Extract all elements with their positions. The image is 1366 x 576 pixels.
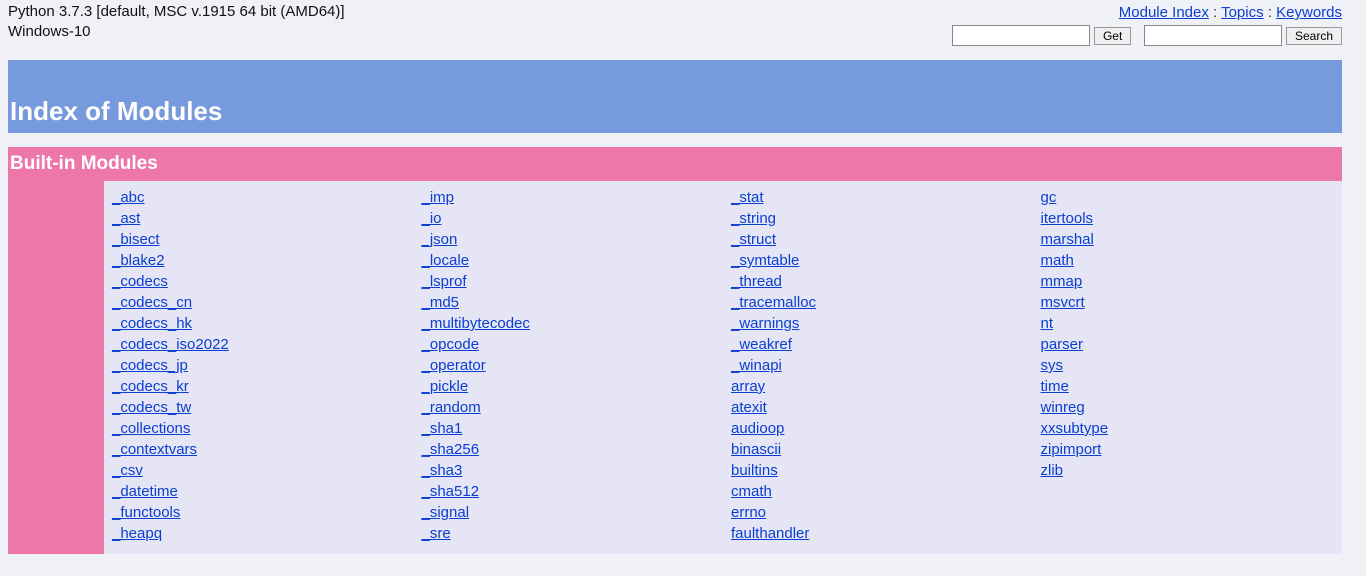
section-stripe <box>8 181 104 554</box>
module-link[interactable]: _sha1 <box>422 418 463 439</box>
module-link[interactable]: _operator <box>422 355 486 376</box>
module-link[interactable]: winreg <box>1041 397 1085 418</box>
module-link[interactable]: _datetime <box>112 481 178 502</box>
module-link[interactable]: _tracemalloc <box>731 292 816 313</box>
section-title-bar: Built-in Modules <box>8 147 1342 181</box>
topics-link[interactable]: Topics <box>1221 4 1264 21</box>
search-row: Get Search <box>952 25 1342 46</box>
module-link[interactable]: _csv <box>112 460 143 481</box>
module-link[interactable]: _codecs_iso2022 <box>112 334 229 355</box>
module-link[interactable]: _io <box>422 208 442 229</box>
section-body: _abc_ast_bisect_blake2_codecs_codecs_cn_… <box>8 181 1342 554</box>
os-version: Windows-10 <box>8 22 345 42</box>
module-link[interactable]: _codecs_hk <box>112 313 192 334</box>
module-link[interactable]: _functools <box>112 502 180 523</box>
page-title: Index of Modules <box>8 96 1342 127</box>
module-link[interactable]: xxsubtype <box>1041 418 1109 439</box>
module-link[interactable]: _imp <box>422 187 455 208</box>
module-link[interactable]: _codecs_tw <box>112 397 191 418</box>
module-link[interactable]: _locale <box>422 250 470 271</box>
module-link[interactable]: errno <box>731 502 766 523</box>
module-link[interactable]: zlib <box>1041 460 1064 481</box>
module-link[interactable]: _weakref <box>731 334 792 355</box>
module-link[interactable]: binascii <box>731 439 781 460</box>
module-link[interactable]: _random <box>422 397 481 418</box>
module-link[interactable]: faulthandler <box>731 523 809 544</box>
module-link[interactable]: _sha512 <box>422 481 480 502</box>
module-column: gcitertoolsmarshalmathmmapmsvcrtntparser… <box>1041 187 1343 481</box>
page-root: Python 3.7.3 [default, MSC v.1915 64 bit… <box>0 0 1350 576</box>
module-link[interactable]: marshal <box>1041 229 1094 250</box>
get-input[interactable] <box>952 25 1090 46</box>
module-link[interactable]: _signal <box>422 502 470 523</box>
search-input[interactable] <box>1144 25 1282 46</box>
keywords-link[interactable]: Keywords <box>1276 4 1342 21</box>
module-link[interactable]: mmap <box>1041 271 1083 292</box>
module-link[interactable]: _thread <box>731 271 782 292</box>
module-link[interactable]: _codecs_cn <box>112 292 192 313</box>
module-link[interactable]: _codecs_jp <box>112 355 188 376</box>
module-link[interactable]: _symtable <box>731 250 799 271</box>
module-link[interactable]: _opcode <box>422 334 480 355</box>
module-link[interactable]: sys <box>1041 355 1064 376</box>
module-link[interactable]: time <box>1041 376 1069 397</box>
module-link[interactable]: _collections <box>112 418 190 439</box>
module-index-link[interactable]: Module Index <box>1119 4 1209 21</box>
module-link[interactable]: cmath <box>731 481 772 502</box>
module-link[interactable]: _codecs_kr <box>112 376 189 397</box>
module-link[interactable]: math <box>1041 250 1074 271</box>
module-column: _stat_string_struct_symtable_thread_trac… <box>731 187 1033 544</box>
python-version: Python 3.7.3 [default, MSC v.1915 64 bit… <box>8 2 345 22</box>
module-link[interactable]: gc <box>1041 187 1057 208</box>
module-link[interactable]: _sha3 <box>422 460 463 481</box>
module-link[interactable]: _json <box>422 229 458 250</box>
module-link[interactable]: _bisect <box>112 229 160 250</box>
module-link[interactable]: _abc <box>112 187 145 208</box>
module-link[interactable]: audioop <box>731 418 784 439</box>
header: Python 3.7.3 [default, MSC v.1915 64 bit… <box>8 2 1342 46</box>
module-link[interactable]: _string <box>731 208 776 229</box>
module-link[interactable]: msvcrt <box>1041 292 1085 313</box>
module-link[interactable]: parser <box>1041 334 1084 355</box>
module-columns: _abc_ast_bisect_blake2_codecs_codecs_cn_… <box>104 181 1342 554</box>
module-link[interactable]: _ast <box>112 208 140 229</box>
module-link[interactable]: _codecs <box>112 271 168 292</box>
section-title: Built-in Modules <box>10 153 158 174</box>
get-button[interactable]: Get <box>1094 27 1131 45</box>
module-link[interactable]: _lsprof <box>422 271 467 292</box>
separator: : <box>1213 4 1221 21</box>
module-column: _abc_ast_bisect_blake2_codecs_codecs_cn_… <box>112 187 414 544</box>
title-banner: Index of Modules <box>8 60 1342 133</box>
module-link[interactable]: builtins <box>731 460 778 481</box>
module-link[interactable]: array <box>731 376 765 397</box>
module-link[interactable]: _sha256 <box>422 439 480 460</box>
module-link[interactable]: atexit <box>731 397 767 418</box>
module-link[interactable]: _struct <box>731 229 776 250</box>
search-button[interactable]: Search <box>1286 27 1342 45</box>
module-link[interactable]: zipimport <box>1041 439 1102 460</box>
module-link[interactable]: itertools <box>1041 208 1094 229</box>
content: Python 3.7.3 [default, MSC v.1915 64 bit… <box>0 0 1350 554</box>
module-link[interactable]: _contextvars <box>112 439 197 460</box>
module-link[interactable]: _sre <box>422 523 451 544</box>
module-link[interactable]: _heapq <box>112 523 162 544</box>
module-link[interactable]: _blake2 <box>112 250 165 271</box>
module-link[interactable]: _warnings <box>731 313 799 334</box>
separator: : <box>1268 4 1276 21</box>
module-link[interactable]: _pickle <box>422 376 469 397</box>
module-link[interactable]: _md5 <box>422 292 460 313</box>
module-link[interactable]: _winapi <box>731 355 782 376</box>
nav-links: Module Index : Topics : Keywords Get Sea… <box>952 2 1342 46</box>
module-link[interactable]: nt <box>1041 313 1054 334</box>
module-link[interactable]: _stat <box>731 187 764 208</box>
module-column: _imp_io_json_locale_lsprof_md5_multibyte… <box>422 187 724 544</box>
module-link[interactable]: _multibytecodec <box>422 313 530 334</box>
system-info: Python 3.7.3 [default, MSC v.1915 64 bit… <box>8 2 345 43</box>
